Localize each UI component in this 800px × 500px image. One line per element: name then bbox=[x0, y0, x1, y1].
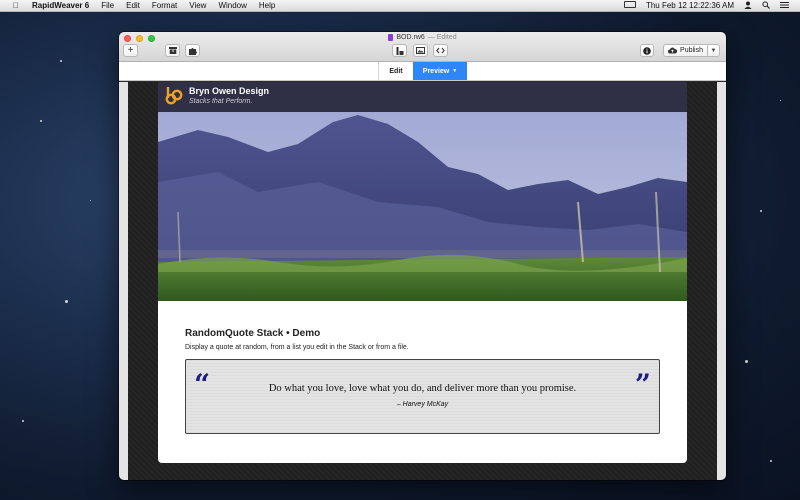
document-icon bbox=[388, 34, 394, 41]
user-icon[interactable] bbox=[739, 1, 757, 11]
mountain-banner-image bbox=[158, 112, 687, 301]
menu-file[interactable]: File bbox=[95, 1, 120, 10]
menu-view[interactable]: View bbox=[183, 1, 212, 10]
image-icon bbox=[416, 47, 425, 54]
inspector-icon bbox=[396, 46, 403, 55]
document-status: — Edited bbox=[427, 34, 457, 41]
media-button[interactable] bbox=[413, 44, 428, 57]
site-slogan: Stacks that Perform. bbox=[189, 98, 253, 105]
quote-author: – Harvey McKay bbox=[396, 401, 449, 408]
add-page-button[interactable]: + bbox=[123, 44, 138, 57]
menu-edit[interactable]: Edit bbox=[120, 1, 146, 10]
notification-center-icon[interactable] bbox=[775, 1, 794, 11]
publish-menu-button[interactable]: ▼ bbox=[708, 44, 720, 57]
preview-page: Bryn Owen Design Stacks that Perform. Ra… bbox=[158, 82, 687, 463]
spotlight-search-icon[interactable] bbox=[757, 0, 775, 11]
puzzle-icon bbox=[188, 47, 197, 55]
menu-help[interactable]: Help bbox=[253, 1, 281, 10]
close-quote-icon: ” bbox=[634, 368, 651, 401]
mode-tab-bar: Edit Preview ▼ bbox=[119, 62, 726, 81]
left-gutter bbox=[119, 82, 128, 480]
document-name: BOD.rw6 bbox=[396, 34, 425, 41]
menu-format[interactable]: Format bbox=[146, 1, 183, 10]
demo-description: Display a quote at random, from a list y… bbox=[185, 344, 409, 351]
code-button[interactable] bbox=[433, 44, 448, 57]
vertical-scrollbar[interactable] bbox=[717, 82, 726, 480]
publish-button[interactable]: Publish bbox=[663, 44, 708, 57]
menu-bar:  RapidWeaver 6 File Edit Format View Wi… bbox=[0, 0, 800, 12]
chevron-down-icon: ▼ bbox=[452, 68, 458, 74]
addons-button[interactable] bbox=[185, 44, 200, 57]
menu-app-name[interactable]: RapidWeaver 6 bbox=[26, 1, 95, 10]
clock[interactable]: Thu Feb 12 12:22:36 AM bbox=[641, 1, 739, 10]
site-logo-icon bbox=[165, 87, 183, 105]
resources-button[interactable] bbox=[165, 44, 180, 57]
cloud-upload-icon bbox=[668, 47, 678, 54]
document-title: BOD.rw6 — Edited bbox=[119, 34, 726, 41]
random-quote-box: “ Do what you love, love what you do, an… bbox=[185, 359, 660, 434]
site-title[interactable]: Bryn Owen Design bbox=[189, 86, 269, 96]
menu-window[interactable]: Window bbox=[212, 1, 252, 10]
info-button[interactable] bbox=[640, 44, 654, 57]
apple-menu-icon[interactable]:  bbox=[6, 1, 26, 10]
code-icon bbox=[436, 47, 445, 54]
demo-title: RandomQuote Stack • Demo bbox=[185, 328, 321, 339]
page-inspector-button[interactable] bbox=[392, 44, 407, 57]
publish-label: Publish bbox=[680, 47, 703, 54]
tab-preview[interactable]: Preview ▼ bbox=[413, 62, 467, 80]
page-body: RandomQuote Stack • Demo Display a quote… bbox=[158, 301, 687, 434]
publish-control: Publish ▼ bbox=[663, 44, 720, 57]
preview-area: Bryn Owen Design Stacks that Perform. Ra… bbox=[119, 82, 726, 480]
quote-text: Do what you love, love what you do, and … bbox=[268, 383, 577, 394]
tab-preview-label: Preview bbox=[422, 67, 450, 75]
info-icon bbox=[643, 46, 651, 55]
archive-icon bbox=[168, 47, 177, 54]
site-header: Bryn Owen Design Stacks that Perform. bbox=[158, 82, 687, 112]
title-bar: BOD.rw6 — Edited + Publish ▼ bbox=[119, 32, 726, 62]
tab-edit[interactable]: Edit bbox=[378, 62, 413, 80]
app-window: BOD.rw6 — Edited + Publish ▼ Edit Previe… bbox=[119, 32, 726, 480]
screen-share-icon[interactable] bbox=[619, 1, 641, 10]
chevron-down-icon: ▼ bbox=[710, 47, 717, 54]
